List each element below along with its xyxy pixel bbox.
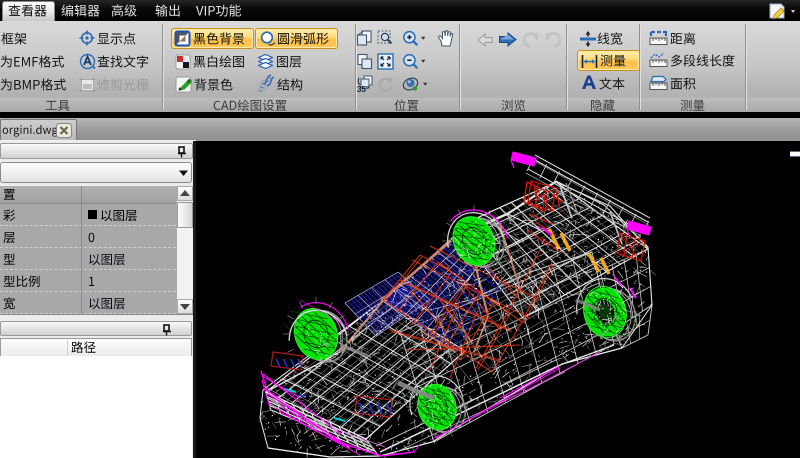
svg-text:35°: 35° xyxy=(357,85,369,93)
